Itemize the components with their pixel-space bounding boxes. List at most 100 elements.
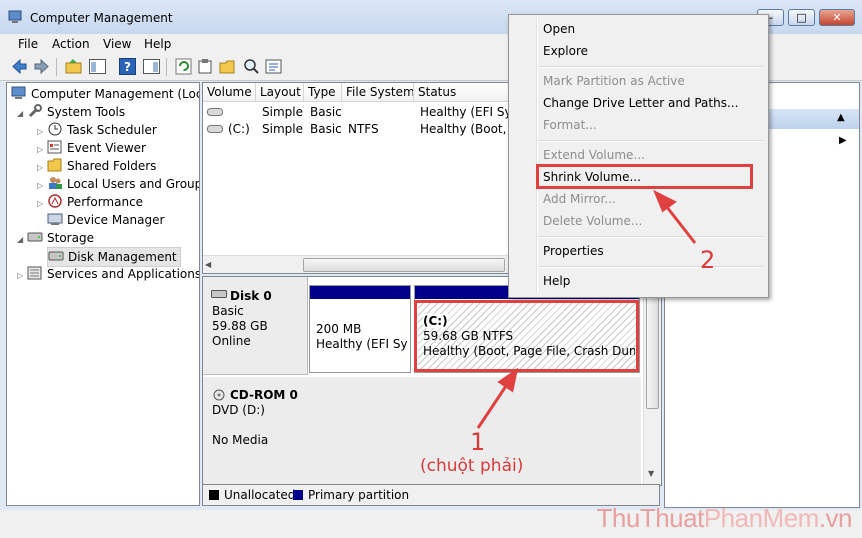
- tree-item-event-viewer[interactable]: ▷ Event Viewer: [37, 139, 146, 157]
- properties-icon[interactable]: [196, 57, 215, 76]
- tree-item-shared-folders[interactable]: ▷ Shared Folders: [37, 157, 156, 175]
- menu-item-change-drive-letter[interactable]: Change Drive Letter and Paths...: [543, 93, 738, 113]
- collapse-arrow-icon[interactable]: ▷: [37, 195, 47, 213]
- services-icon: [27, 266, 42, 280]
- volume-status: Healthy (Boot, Pa: [420, 122, 510, 136]
- tree-item-disk-management[interactable]: Disk Management: [47, 247, 181, 267]
- partition-size: 200 MB: [316, 322, 362, 336]
- collapse-arrow-icon[interactable]: ▷: [17, 267, 27, 285]
- cdrom-0-info[interactable]: CD-ROM 0 DVD (D:) No Media: [203, 377, 308, 485]
- menu-file[interactable]: File: [18, 34, 38, 54]
- forward-arrow-icon[interactable]: [32, 57, 51, 76]
- column-header-layout[interactable]: Layout: [256, 83, 304, 102]
- menu-help[interactable]: Help: [144, 34, 171, 54]
- tree-item-computer-management[interactable]: Computer Management (Local: [11, 85, 200, 103]
- watermark: ThuThuatPhanMem.vn: [596, 503, 853, 534]
- tree-item-label: Task Scheduler: [67, 123, 157, 137]
- scroll-left-icon[interactable]: ◀: [205, 260, 211, 269]
- menu-item-delete-volume: Delete Volume...: [543, 214, 643, 228]
- menu-gutter: [536, 17, 538, 293]
- disk-icon: [211, 290, 227, 298]
- tree-item-label: Computer Management (Local: [31, 87, 200, 101]
- tree-item-local-users-groups[interactable]: ▷ Local Users and Groups: [37, 175, 199, 193]
- back-arrow-icon[interactable]: [10, 57, 29, 76]
- tree-item-label: Disk Management: [68, 250, 177, 264]
- step-2-number: 2: [700, 246, 716, 274]
- volume-file-system: NTFS: [348, 122, 379, 136]
- menu-item-extend-volume: Extend Volume...: [543, 148, 645, 162]
- tree-item-task-scheduler[interactable]: ▷ Task Scheduler: [37, 121, 157, 139]
- device-manager-icon: [47, 213, 63, 225]
- tree-item-storage[interactable]: ◢ Storage: [17, 229, 94, 247]
- tree-item-label: Performance: [67, 195, 144, 209]
- disk-state: Online: [212, 334, 251, 348]
- scrollbar-thumb[interactable]: [646, 287, 659, 409]
- clock-icon: [48, 122, 62, 136]
- show-hide-console-tree-icon[interactable]: [88, 57, 107, 76]
- cdrom-name: CD-ROM 0: [230, 388, 298, 402]
- expand-arrow-icon[interactable]: ◢: [17, 105, 27, 123]
- menu-item-open[interactable]: Open: [543, 19, 575, 39]
- step-1-number: 1: [470, 428, 486, 456]
- tree-item-label: Device Manager: [67, 213, 165, 227]
- maximize-button[interactable]: □: [788, 9, 815, 26]
- help-icon[interactable]: ?: [118, 57, 137, 76]
- menu-separator: [539, 66, 763, 68]
- collapse-up-icon[interactable]: ▲: [837, 112, 845, 123]
- tree-item-performance[interactable]: ▷ Performance: [37, 193, 143, 211]
- column-header-volume[interactable]: Volume: [203, 83, 256, 102]
- window-title: Computer Management: [30, 11, 173, 25]
- tree-item-device-manager[interactable]: Device Manager: [47, 211, 164, 229]
- volume-layout: Simple: [262, 105, 303, 119]
- computer-management-window: Computer Management – □ ✕ File Action Vi…: [0, 0, 862, 538]
- tree-item-services-applications[interactable]: ▷ Services and Applications: [17, 265, 200, 285]
- scrollbar-thumb[interactable]: [303, 258, 505, 272]
- partition-efi[interactable]: 200 MB Healthy (EFI Syste: [309, 285, 411, 373]
- menu-view[interactable]: View: [103, 34, 131, 54]
- up-folder-icon[interactable]: [64, 57, 83, 76]
- show-hide-action-pane-icon[interactable]: [142, 57, 161, 76]
- context-menu: Open Explore Mark Partition as Active Ch…: [508, 14, 769, 298]
- expand-arrow-icon[interactable]: ◢: [17, 231, 27, 249]
- close-button[interactable]: ✕: [819, 9, 855, 26]
- drive-icon: [207, 125, 223, 133]
- step-1-note: (chuột phải): [420, 456, 524, 476]
- tree-item-label: Services and Applications: [47, 267, 200, 281]
- console-tree: Computer Management (Local ◢ System Tools…: [6, 82, 200, 506]
- refresh-icon[interactable]: [174, 57, 193, 76]
- legend: Unallocated Primary partition: [202, 484, 660, 506]
- volume-layout: Simple: [262, 122, 303, 136]
- column-header-type[interactable]: Type: [304, 83, 342, 102]
- users-icon: [49, 177, 62, 189]
- unallocated-swatch: [209, 490, 219, 500]
- more-actions-arrow-icon[interactable]: ▶: [839, 135, 847, 146]
- event-viewer-icon: [47, 140, 62, 154]
- scroll-down-icon[interactable]: ▼: [648, 469, 654, 478]
- menu-item-help[interactable]: Help: [543, 271, 570, 291]
- watermark-part2: PhanMem: [703, 503, 820, 533]
- vertical-scrollbar[interactable]: ▼: [643, 277, 661, 485]
- menu-separator: [539, 140, 763, 142]
- watermark-part1: ThuThuat: [596, 503, 705, 533]
- primary-partition-swatch: [293, 490, 303, 500]
- menu-item-properties[interactable]: Properties: [543, 241, 604, 261]
- open-folder-icon[interactable]: [218, 57, 237, 76]
- menu-item-explore[interactable]: Explore: [543, 41, 588, 61]
- cdrom-type: DVD (D:): [212, 403, 265, 417]
- console-view-icon[interactable]: [264, 57, 283, 76]
- shared-folder-icon: [47, 158, 62, 172]
- disk-management-icon: [48, 251, 64, 261]
- tree-item-system-tools[interactable]: ◢ System Tools: [17, 103, 125, 121]
- column-header-file-system[interactable]: File System: [342, 83, 414, 102]
- highlight-partition-c: [414, 300, 639, 372]
- menu-separator: [539, 236, 763, 238]
- menu-separator: [539, 266, 763, 268]
- primary-partition-bar: [310, 286, 410, 299]
- tree-item-label: System Tools: [47, 105, 126, 119]
- disk-0-info[interactable]: Disk 0 Basic 59.88 GB Online: [203, 277, 308, 375]
- disk-name: Disk 0: [230, 289, 272, 303]
- svg-text:?: ?: [124, 60, 131, 74]
- partition-status: Healthy (EFI Syste: [316, 337, 408, 351]
- menu-action[interactable]: Action: [52, 34, 90, 54]
- search-icon[interactable]: [242, 57, 261, 76]
